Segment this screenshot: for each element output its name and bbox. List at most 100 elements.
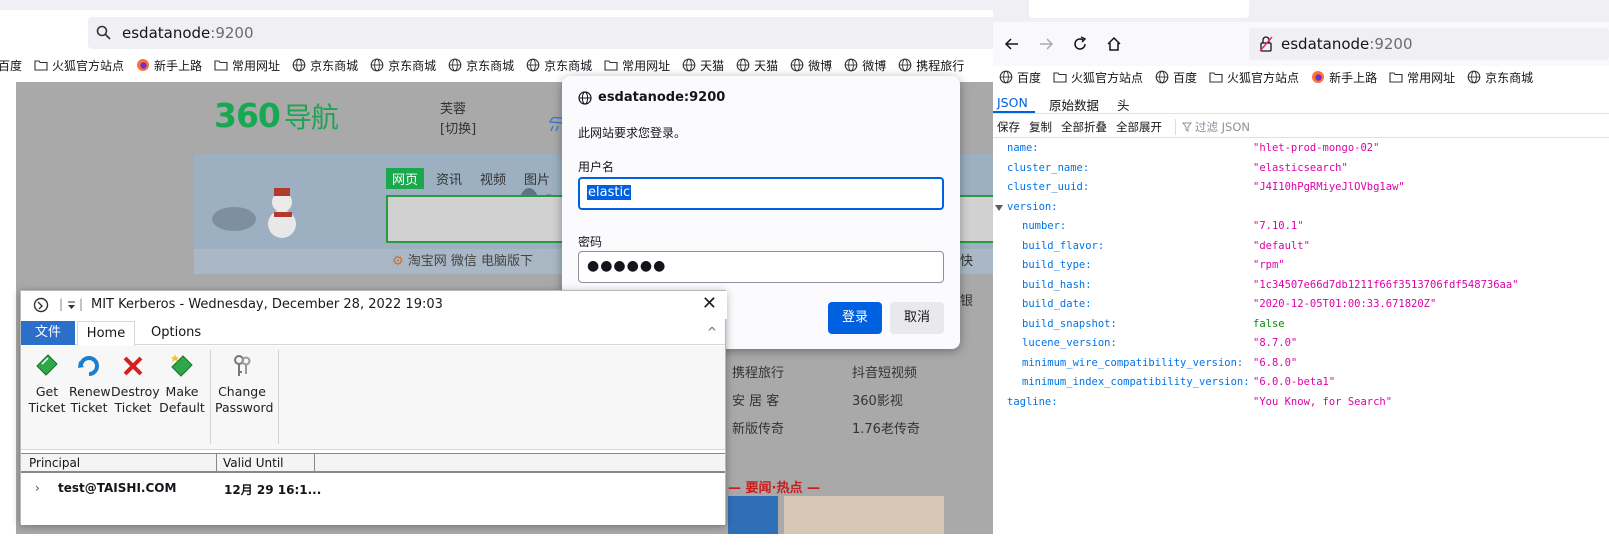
quick-links[interactable]: ⚙ 淘宝网 微信 电脑版下	[392, 250, 533, 269]
json-value: "elasticsearch"	[1253, 161, 1348, 174]
username-input[interactable]: elastic	[578, 177, 944, 210]
bookmark-item[interactable]: 火狐官方站点	[1209, 69, 1299, 86]
bookmark-item[interactable]: 京东商城	[370, 57, 436, 74]
bookmark-item[interactable]: 京东商城	[526, 57, 592, 74]
save-button[interactable]: 保存	[997, 119, 1020, 135]
bookmark-item[interactable]: 京东商城	[448, 57, 514, 74]
renew-ticket-button[interactable]: Renew Ticket	[69, 352, 111, 416]
home-icon[interactable]	[1105, 35, 1123, 53]
bookmark-label: 火狐官方站点	[52, 58, 125, 73]
json-row[interactable]: build_date: "2020-12-05T01:00:33.671820Z"	[993, 298, 1609, 317]
bookmark-item[interactable]: 天猫	[736, 57, 778, 74]
expand-toggle-icon[interactable]	[995, 204, 1003, 211]
json-value: "1c34507e66d7db1211f66f3513706fdf548736a…	[1253, 278, 1519, 291]
search-tab[interactable]: 图片	[518, 168, 556, 189]
table-row[interactable]: › test@TAISHI.COM 12月 29 16:1...	[21, 481, 725, 499]
site-link[interactable]: 360影视	[852, 388, 962, 416]
filter-json-input[interactable]: 过滤 JSON	[1175, 118, 1250, 135]
active-tab[interactable]	[1029, 0, 1249, 18]
get-ticket-button[interactable]: Get Ticket	[27, 352, 67, 416]
json-row[interactable]: cluster_name: "elasticsearch"	[993, 162, 1609, 181]
bookmark-item[interactable]: 京东商城	[292, 57, 358, 74]
bookmark-item[interactable]: 常用网址	[1389, 69, 1455, 86]
quick-access-dropdown-icon[interactable]	[67, 301, 76, 310]
user-location[interactable]: 芙蓉 [切换]	[440, 100, 476, 140]
bookmark-item[interactable]: 京东商城	[1467, 69, 1533, 86]
json-row[interactable]: tagline: "You Know, for Search"	[993, 396, 1609, 415]
json-key: build_date:	[1022, 298, 1092, 310]
bookmark-label: 京东商城	[1485, 70, 1534, 85]
bookmark-label: 京东商城	[544, 58, 593, 73]
bookmark-item[interactable]: 火狐官方站点	[34, 57, 124, 74]
reload-icon[interactable]	[1071, 35, 1089, 53]
json-row[interactable]: name: "hlet-prod-mongo-02"	[993, 142, 1609, 161]
destroy-ticket-button[interactable]: Destroy Ticket	[111, 352, 160, 416]
bookmark-item[interactable]: 微博	[844, 57, 886, 74]
close-icon[interactable]: ✕	[702, 293, 717, 314]
site-logo[interactable]: 360 导航	[214, 96, 339, 136]
ticket-table: Principal Valid Until › test@TAISHI.COM …	[21, 453, 725, 525]
make-default-button[interactable]: Make Default	[159, 352, 205, 416]
json-row[interactable]: minimum_wire_compatibility_version: "6.8.…	[993, 357, 1609, 376]
bookmark-label: 百度	[0, 58, 23, 73]
insecure-lock-icon[interactable]	[1259, 36, 1273, 52]
url-bar[interactable]: esdatanode:9200	[1249, 28, 1609, 60]
site-link[interactable]: 1.76老传奇	[852, 416, 962, 444]
json-row[interactable]: build_snapshot: false	[993, 318, 1609, 337]
bookmark-item[interactable]: 火狐官方站点	[1053, 69, 1143, 86]
site-link[interactable]: 安 居 客	[732, 388, 842, 416]
bookmark-item[interactable]: 新手上路	[136, 57, 202, 74]
tab-options[interactable]: Options	[151, 321, 201, 345]
column-valid-until[interactable]: Valid Until	[217, 454, 315, 472]
back-icon[interactable]	[1003, 35, 1021, 53]
json-row[interactable]: lucene_version: "8.7.0"	[993, 337, 1609, 356]
table-header: Principal Valid Until	[21, 453, 725, 473]
search-tab[interactable]: 网页	[386, 168, 425, 189]
bookmark-item[interactable]: 百度	[999, 69, 1041, 86]
json-row[interactable]: build_type: "rpm"	[993, 259, 1609, 278]
tab-file[interactable]: 文件	[21, 321, 75, 345]
bookmark-item[interactable]: 常用网址	[214, 57, 280, 74]
bookmark-label: 火狐官方站点	[1227, 70, 1300, 85]
bookmark-item[interactable]: 常用网址	[604, 57, 670, 74]
site-link[interactable]: 新版传奇	[732, 416, 842, 444]
forward-icon[interactable]	[1037, 35, 1055, 53]
json-row[interactable]: build_flavor: "default"	[993, 240, 1609, 259]
json-viewer-tabs: JSON 原始数据 头	[993, 92, 1609, 114]
login-button[interactable]: 登录	[828, 302, 882, 334]
password-input[interactable]: ●●●●●●	[578, 251, 944, 283]
column-principal[interactable]: Principal	[21, 454, 217, 472]
news-thumbnail[interactable]	[728, 496, 778, 534]
bookmark-item[interactable]: 百度	[0, 57, 22, 74]
search-tab[interactable]: 资讯	[430, 168, 468, 189]
bookmark-item[interactable]: 新手上路	[1311, 69, 1377, 86]
url-bar[interactable]: esdatanode:9200	[88, 17, 1002, 49]
bookmark-item[interactable]: 百度	[1155, 69, 1197, 86]
collapse-all-button[interactable]: 全部折叠	[1061, 119, 1107, 135]
news-thumbnail[interactable]	[784, 496, 944, 534]
copy-button[interactable]: 复制	[1029, 119, 1052, 135]
site-link[interactable]: 抖音短视频	[852, 360, 962, 388]
json-row[interactable]: version:	[993, 201, 1609, 220]
json-row[interactable]: minimum_index_compatibility_version: "6.0…	[993, 376, 1609, 395]
bookmark-item[interactable]: 微博	[790, 57, 832, 74]
separator: |	[59, 297, 64, 311]
expand-chevron-icon[interactable]: ›	[35, 481, 40, 495]
cancel-button[interactable]: 取消	[890, 302, 944, 334]
search-tab[interactable]: 视频	[474, 168, 512, 189]
tab-raw-data[interactable]: 原始数据	[1049, 95, 1099, 114]
expand-all-button[interactable]: 全部展开	[1116, 119, 1162, 135]
site-link[interactable]: 携程旅行	[732, 360, 842, 388]
change-password-button[interactable]: Change Password	[215, 352, 273, 416]
bookmark-item[interactable]: 天猫	[682, 57, 724, 74]
tab-json[interactable]: JSON	[997, 95, 1028, 110]
json-key: build_snapshot:	[1022, 317, 1117, 330]
collapse-ribbon-icon[interactable]: ^	[707, 325, 717, 339]
bookmark-item[interactable]: 携程旅行	[898, 57, 964, 74]
json-row[interactable]: build_hash: "1c34507e66d7db1211f66f351370…	[993, 279, 1609, 298]
tab-home[interactable]: Home	[77, 321, 135, 346]
json-row[interactable]: cluster_uuid: "J4I10hPgRMiyeJlOVbg1aw"	[993, 181, 1609, 200]
json-row[interactable]: number: "7.10.1"	[993, 220, 1609, 239]
navigation-toolbar: esdatanode:9200	[993, 22, 1609, 66]
tab-headers[interactable]: 头	[1117, 95, 1130, 114]
